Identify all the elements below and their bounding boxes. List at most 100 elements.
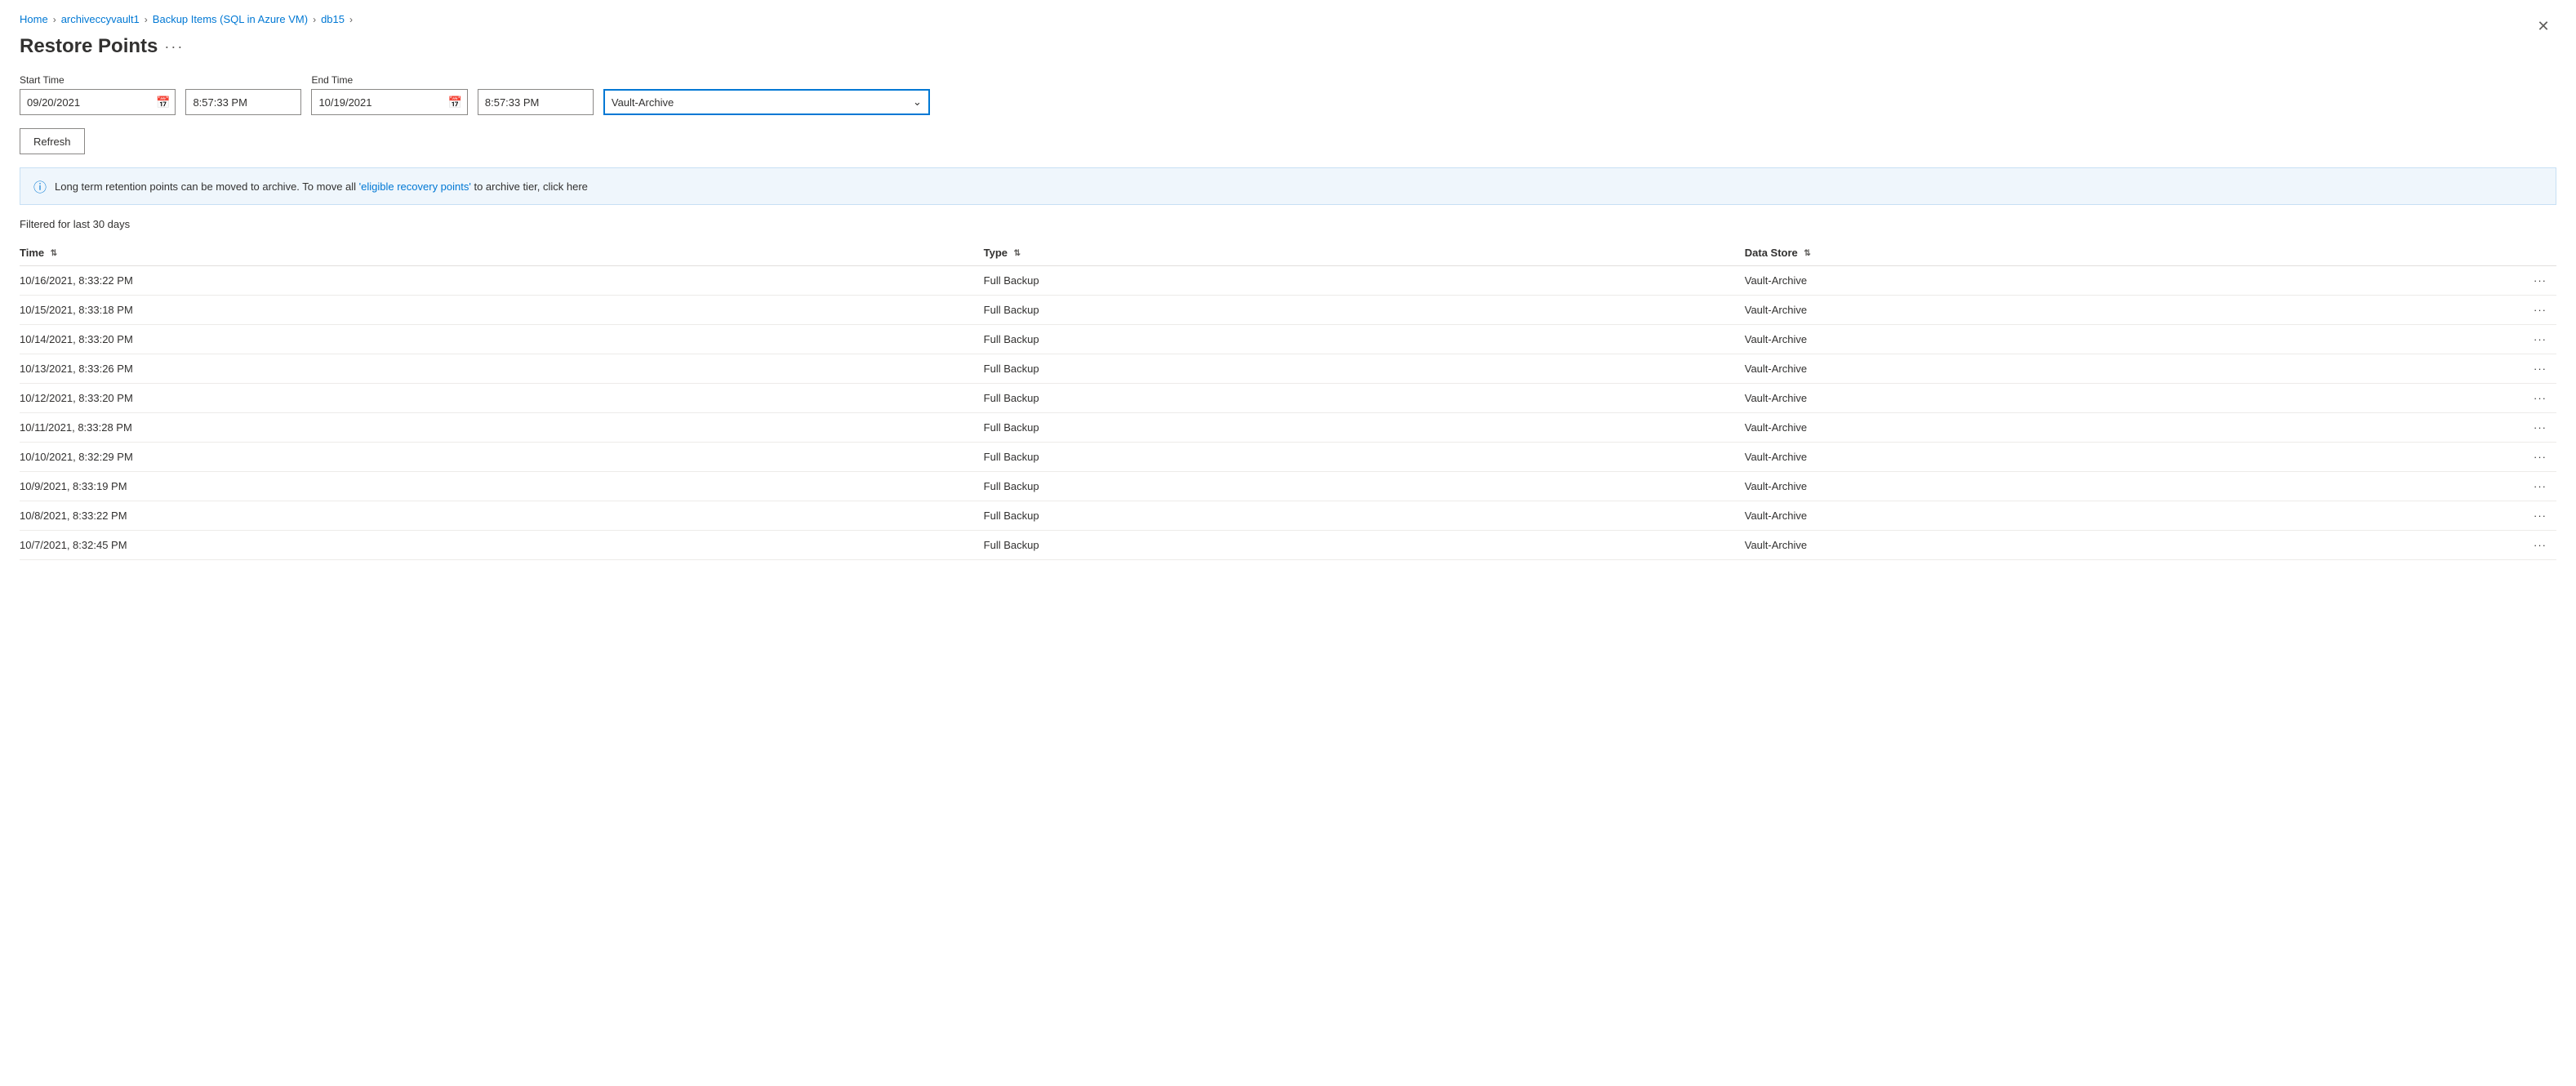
start-date-input[interactable] — [20, 93, 151, 112]
cell-type-6: Full Backup — [984, 443, 1745, 472]
more-options-icon[interactable]: ··· — [164, 38, 184, 56]
datastore-filter-label — [603, 74, 930, 86]
end-time-label — [478, 74, 594, 86]
row-actions-0[interactable]: ··· — [2455, 266, 2556, 296]
cell-datastore-0: Vault-Archive — [1745, 266, 2455, 296]
col-header-time[interactable]: Time ⇅ — [20, 240, 984, 266]
table-header-row: Time ⇅ Type ⇅ Data Store ⇅ — [20, 240, 2556, 266]
cell-time-2: 10/14/2021, 8:33:20 PM — [20, 325, 984, 354]
breadcrumb: Home › archiveccyvault1 › Backup Items (… — [20, 13, 2556, 25]
table-row: 10/7/2021, 8:32:45 PM Full Backup Vault-… — [20, 531, 2556, 560]
table-header: Time ⇅ Type ⇅ Data Store ⇅ — [20, 240, 2556, 266]
cell-datastore-1: Vault-Archive — [1745, 296, 2455, 325]
start-date-calendar-icon[interactable]: 📅 — [151, 96, 175, 109]
cell-time-0: 10/16/2021, 8:33:22 PM — [20, 266, 984, 296]
end-date-label: End Time — [311, 74, 467, 86]
col-type-label: Type — [984, 247, 1008, 259]
info-banner-text: Long term retention points can be moved … — [55, 180, 588, 193]
datastore-dropdown[interactable]: Vault-Archive ⌄ — [603, 89, 930, 115]
cell-type-8: Full Backup — [984, 501, 1745, 531]
start-time-input-wrapper[interactable] — [185, 89, 301, 115]
table-row: 10/13/2021, 8:33:26 PM Full Backup Vault… — [20, 354, 2556, 384]
end-date-input-wrapper[interactable]: 📅 — [311, 89, 467, 115]
breadcrumb-backup-items[interactable]: Backup Items (SQL in Azure VM) — [153, 13, 308, 25]
row-actions-2[interactable]: ··· — [2455, 325, 2556, 354]
cell-type-1: Full Backup — [984, 296, 1745, 325]
page-container: Home › archiveccyvault1 › Backup Items (… — [0, 0, 2576, 573]
cell-datastore-4: Vault-Archive — [1745, 384, 2455, 413]
cell-type-0: Full Backup — [984, 266, 1745, 296]
row-actions-4[interactable]: ··· — [2455, 384, 2556, 413]
end-time-group — [478, 74, 594, 115]
page-header: Restore Points ··· — [20, 35, 2556, 58]
datastore-filter-group: Vault-Archive ⌄ — [603, 74, 930, 115]
cell-time-7: 10/9/2021, 8:33:19 PM — [20, 472, 984, 501]
col-header-datastore[interactable]: Data Store ⇅ — [1745, 240, 2455, 266]
end-date-input[interactable] — [312, 93, 443, 112]
col-datastore-label: Data Store — [1745, 247, 1798, 259]
breadcrumb-sep-1: › — [53, 14, 56, 25]
end-date-calendar-icon[interactable]: 📅 — [443, 96, 466, 109]
cell-datastore-2: Vault-Archive — [1745, 325, 2455, 354]
cell-type-5: Full Backup — [984, 413, 1745, 443]
breadcrumb-sep-3: › — [313, 14, 316, 25]
breadcrumb-sep-4: › — [349, 14, 353, 25]
breadcrumb-db15[interactable]: db15 — [321, 13, 345, 25]
cell-type-2: Full Backup — [984, 325, 1745, 354]
cell-time-9: 10/7/2021, 8:32:45 PM — [20, 531, 984, 560]
col-datastore-sort-icon[interactable]: ⇅ — [1804, 249, 1810, 258]
page-title-row: Restore Points ··· — [20, 35, 184, 58]
start-date-group: Start Time 📅 — [20, 74, 176, 115]
col-time-sort-icon[interactable]: ⇅ — [51, 249, 57, 258]
cell-time-1: 10/15/2021, 8:33:18 PM — [20, 296, 984, 325]
filter-section: Start Time 📅 End Time 📅 — [20, 74, 2556, 115]
table-row: 10/8/2021, 8:33:22 PM Full Backup Vault-… — [20, 501, 2556, 531]
start-time-group — [185, 74, 301, 115]
breadcrumb-home[interactable]: Home — [20, 13, 48, 25]
table-row: 10/14/2021, 8:33:20 PM Full Backup Vault… — [20, 325, 2556, 354]
row-actions-1[interactable]: ··· — [2455, 296, 2556, 325]
cell-datastore-3: Vault-Archive — [1745, 354, 2455, 384]
start-date-input-wrapper[interactable]: 📅 — [20, 89, 176, 115]
table-row: 10/16/2021, 8:33:22 PM Full Backup Vault… — [20, 266, 2556, 296]
cell-type-7: Full Backup — [984, 472, 1745, 501]
table-row: 10/11/2021, 8:33:28 PM Full Backup Vault… — [20, 413, 2556, 443]
refresh-button[interactable]: Refresh — [20, 128, 85, 154]
end-time-input-wrapper[interactable] — [478, 89, 594, 115]
start-time-label — [185, 74, 301, 86]
row-actions-5[interactable]: ··· — [2455, 413, 2556, 443]
col-header-type[interactable]: Type ⇅ — [984, 240, 1745, 266]
end-time-input[interactable] — [478, 93, 593, 112]
cell-time-4: 10/12/2021, 8:33:20 PM — [20, 384, 984, 413]
filter-note: Filtered for last 30 days — [20, 218, 2556, 230]
info-banner-link[interactable]: 'eligible recovery points' — [359, 180, 471, 193]
row-actions-7[interactable]: ··· — [2455, 472, 2556, 501]
restore-points-table: Time ⇅ Type ⇅ Data Store ⇅ 10/16/2021, 8… — [20, 240, 2556, 560]
info-banner: ⓘ Long term retention points can be move… — [20, 167, 2556, 205]
col-header-actions — [2455, 240, 2556, 266]
breadcrumb-vault[interactable]: archiveccyvault1 — [61, 13, 140, 25]
cell-type-3: Full Backup — [984, 354, 1745, 384]
refresh-button-container: Refresh — [20, 128, 2556, 154]
breadcrumb-sep-2: › — [145, 14, 148, 25]
row-actions-9[interactable]: ··· — [2455, 531, 2556, 560]
close-button[interactable]: ✕ — [2530, 13, 2556, 39]
row-actions-8[interactable]: ··· — [2455, 501, 2556, 531]
table-body: 10/16/2021, 8:33:22 PM Full Backup Vault… — [20, 266, 2556, 560]
cell-type-9: Full Backup — [984, 531, 1745, 560]
cell-datastore-6: Vault-Archive — [1745, 443, 2455, 472]
start-date-label: Start Time — [20, 74, 176, 86]
row-actions-6[interactable]: ··· — [2455, 443, 2556, 472]
table-row: 10/12/2021, 8:33:20 PM Full Backup Vault… — [20, 384, 2556, 413]
cell-time-8: 10/8/2021, 8:33:22 PM — [20, 501, 984, 531]
end-date-group: End Time 📅 — [311, 74, 467, 115]
col-time-label: Time — [20, 247, 44, 259]
cell-time-5: 10/11/2021, 8:33:28 PM — [20, 413, 984, 443]
start-time-input[interactable] — [186, 93, 300, 112]
col-type-sort-icon[interactable]: ⇅ — [1014, 249, 1021, 258]
cell-type-4: Full Backup — [984, 384, 1745, 413]
table-row: 10/9/2021, 8:33:19 PM Full Backup Vault-… — [20, 472, 2556, 501]
row-actions-3[interactable]: ··· — [2455, 354, 2556, 384]
datastore-dropdown-value: Vault-Archive — [612, 96, 674, 109]
cell-datastore-5: Vault-Archive — [1745, 413, 2455, 443]
